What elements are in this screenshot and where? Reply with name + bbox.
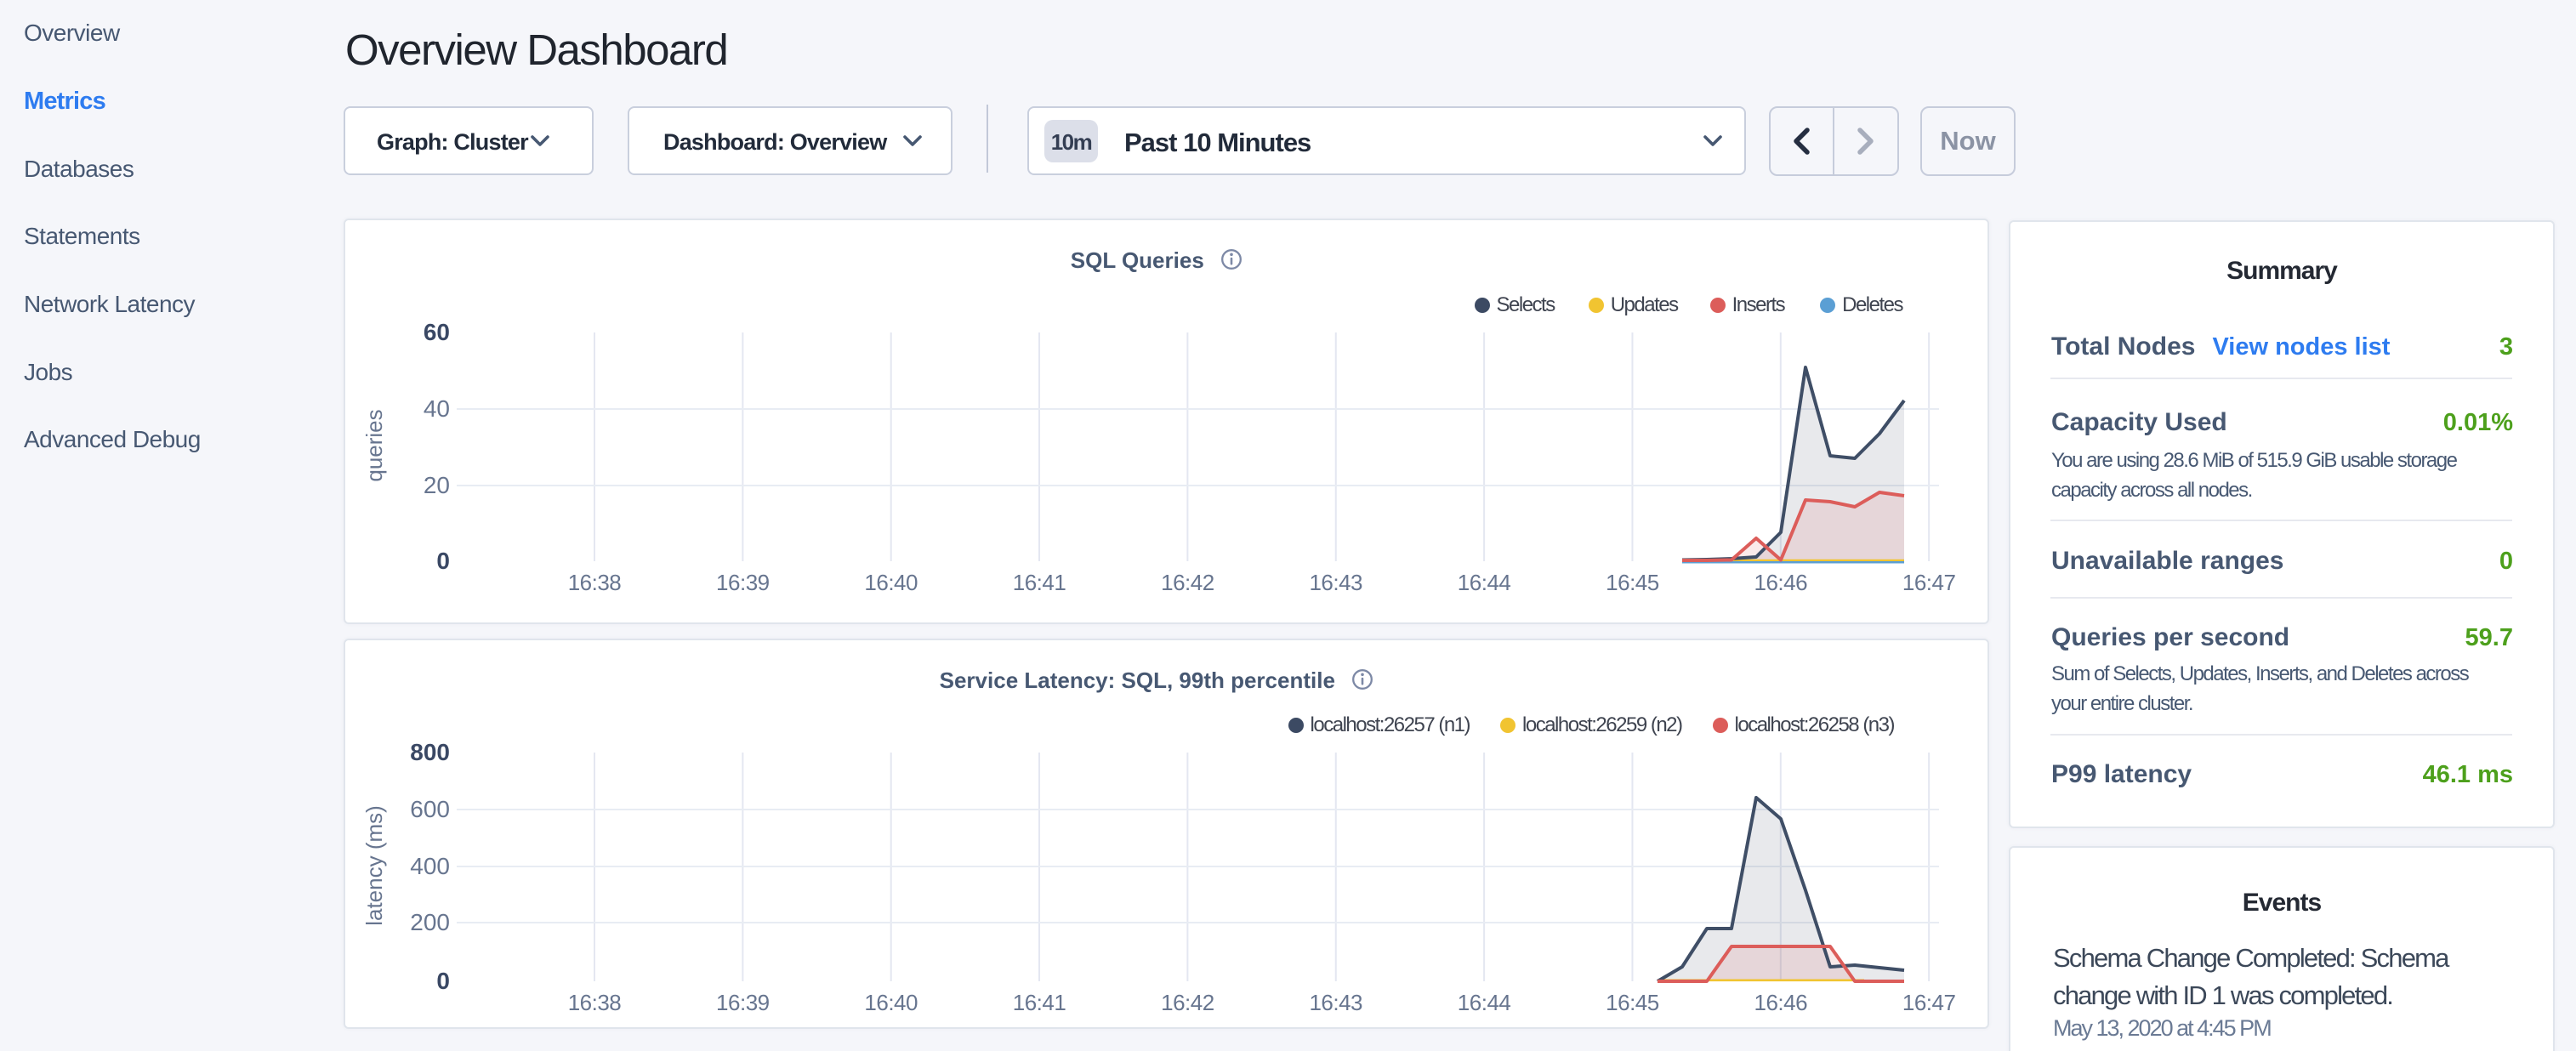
svg-text:0: 0 — [436, 968, 450, 994]
svg-text:0: 0 — [436, 548, 450, 574]
svg-text:400: 400 — [410, 853, 450, 879]
svg-text:latency (ms): latency (ms) — [361, 805, 387, 926]
svg-text:16:40: 16:40 — [864, 990, 918, 1015]
svg-text:16:46: 16:46 — [1754, 990, 1808, 1015]
svg-text:16:41: 16:41 — [1013, 990, 1066, 1015]
svg-text:16:40: 16:40 — [864, 570, 918, 595]
svg-text:queries: queries — [361, 409, 387, 481]
svg-text:16:46: 16:46 — [1754, 570, 1808, 595]
svg-text:16:47: 16:47 — [1902, 570, 1956, 595]
svg-text:16:47: 16:47 — [1902, 990, 1956, 1015]
svg-text:16:43: 16:43 — [1309, 570, 1362, 595]
svg-text:60: 60 — [424, 319, 450, 345]
svg-text:16:45: 16:45 — [1606, 990, 1659, 1015]
svg-text:16:38: 16:38 — [568, 570, 622, 595]
svg-text:16:42: 16:42 — [1161, 570, 1214, 595]
svg-text:40: 40 — [424, 395, 450, 422]
svg-text:16:44: 16:44 — [1458, 990, 1511, 1015]
svg-text:16:39: 16:39 — [716, 990, 770, 1015]
svg-text:800: 800 — [410, 739, 450, 765]
svg-text:16:44: 16:44 — [1458, 570, 1511, 595]
svg-text:16:43: 16:43 — [1309, 990, 1362, 1015]
svg-text:600: 600 — [410, 796, 450, 822]
svg-text:16:42: 16:42 — [1161, 990, 1214, 1015]
svg-text:20: 20 — [424, 472, 450, 498]
svg-text:200: 200 — [410, 909, 450, 935]
svg-text:16:45: 16:45 — [1606, 570, 1659, 595]
svg-text:16:41: 16:41 — [1013, 570, 1066, 595]
svg-text:16:39: 16:39 — [716, 570, 770, 595]
svg-text:16:38: 16:38 — [568, 990, 622, 1015]
